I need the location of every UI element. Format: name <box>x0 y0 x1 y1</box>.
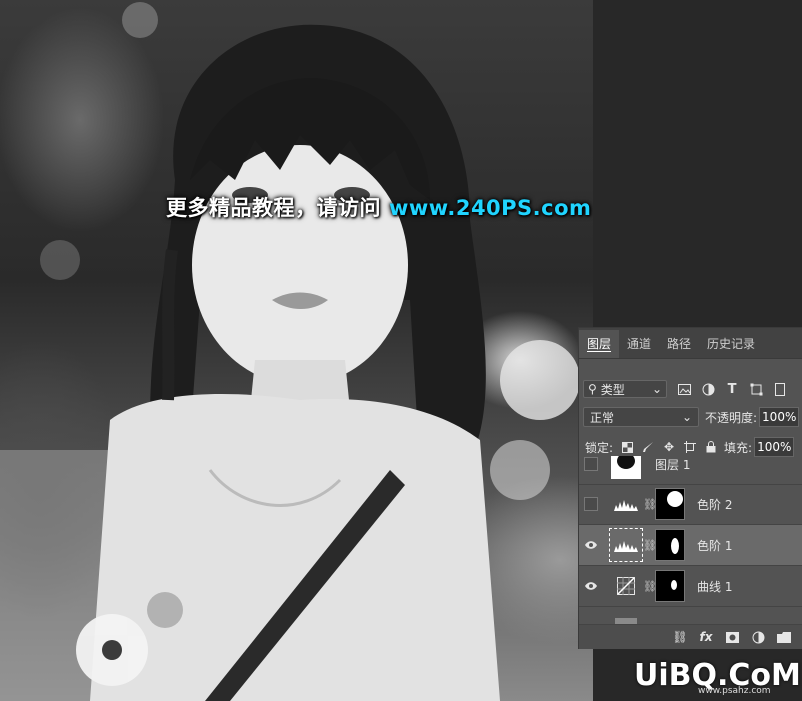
layers-panel: 图层 通道 路径 历史记录 ⚲ 类型 ⌄ T 正常 ⌄ 不透明度: 100% 锁… <box>578 327 802 649</box>
filter-type-label: 类型 <box>600 382 625 397</box>
levels-adjustment-icon <box>609 528 643 562</box>
opacity-input[interactable]: 100% <box>759 407 800 427</box>
opacity-label: 不透明度: <box>705 410 758 425</box>
levels-adjustment-icon <box>609 487 643 521</box>
watermark-url: www.240PS.com <box>389 196 592 220</box>
tab-layers[interactable]: 图层 <box>579 330 620 358</box>
visibility-toggle[interactable] <box>579 566 603 606</box>
filter-row: ⚲ 类型 ⌄ T <box>583 378 802 400</box>
grayscale-portrait-photo <box>0 2 580 701</box>
lock-transparent-icon[interactable] <box>620 440 634 454</box>
fx-icon[interactable]: fx <box>699 630 713 644</box>
link-icon[interactable]: ⛓ <box>643 580 657 593</box>
adjustment-filter-icon[interactable] <box>701 382 715 396</box>
tab-channels[interactable]: 通道 <box>619 330 659 358</box>
link-icon[interactable]: ⛓ <box>643 539 657 552</box>
lock-brush-icon[interactable] <box>641 440 655 454</box>
layer-thumbnail <box>609 456 643 481</box>
curves-adjustment-icon <box>609 569 643 603</box>
link-icon[interactable]: ⛓ <box>643 498 657 511</box>
blend-mode-dropdown[interactable]: 正常 ⌄ <box>583 407 699 427</box>
site-logo-subtext: www.psahz.com <box>698 686 771 696</box>
tab-history[interactable]: 历史记录 <box>699 330 763 358</box>
lock-all-icon[interactable] <box>704 440 718 454</box>
adjustment-layer-icon[interactable] <box>751 630 765 644</box>
layer-row-selected[interactable]: ⛓ 色阶 1 <box>579 525 802 566</box>
layer-row[interactable]: 图层 1 <box>579 456 802 485</box>
layer-name[interactable]: 色阶 1 <box>697 537 732 554</box>
chevron-down-icon: ⌄ <box>681 410 692 424</box>
eye-icon <box>585 541 597 549</box>
visibility-toggle[interactable] <box>579 525 603 565</box>
type-filter-icon[interactable]: T <box>725 382 739 397</box>
chevron-down-icon: ⌄ <box>651 382 662 396</box>
watermark-label: 更多精品教程，请访问 <box>166 196 381 220</box>
lock-move-icon[interactable]: ✥ <box>662 440 676 454</box>
add-mask-icon[interactable] <box>725 630 739 644</box>
layer-name[interactable]: 图层 1 <box>655 456 690 473</box>
lock-label: 锁定: <box>585 440 614 455</box>
layer-mask-thumbnail[interactable] <box>655 529 685 561</box>
lock-row: 锁定: ✥ 填充: 100% <box>583 436 802 458</box>
shape-filter-icon[interactable] <box>749 382 763 396</box>
blend-mode-value: 正常 <box>590 410 615 425</box>
filter-type-dropdown[interactable]: ⚲ 类型 ⌄ <box>583 380 667 398</box>
image-filter-icon[interactable] <box>677 382 691 396</box>
search-icon: ⚲ <box>588 382 597 396</box>
layer-name[interactable]: 色阶 2 <box>697 496 732 513</box>
layer-name[interactable]: 曲线 1 <box>697 578 732 595</box>
photo-canvas[interactable]: 更多精品教程，请访问 www.240PS.com <box>0 0 593 701</box>
tab-paths[interactable]: 路径 <box>659 330 699 358</box>
watermark-text: 更多精品教程，请访问 www.240PS.com <box>166 192 591 222</box>
layer-row[interactable]: ⛓ 曲线 1 <box>579 566 802 607</box>
layers-list: 图层 1 ⛓ 色阶 2 ⛓ 色阶 1 ⛓ 曲线 1 <box>579 456 802 626</box>
layer-mask-thumbnail[interactable] <box>655 570 685 602</box>
lock-artboard-icon[interactable] <box>683 440 697 454</box>
panel-tabs: 图层 通道 路径 历史记录 <box>579 328 802 359</box>
layer-row[interactable]: ⛓ 色阶 2 <box>579 484 802 525</box>
visibility-toggle[interactable] <box>579 484 603 524</box>
hidden-eye-icon <box>584 497 598 511</box>
new-group-icon[interactable] <box>777 630 791 644</box>
hidden-eye-icon <box>584 457 598 471</box>
eye-icon <box>585 582 597 590</box>
layer-mask-thumbnail[interactable] <box>655 488 685 520</box>
link-layers-icon[interactable]: ⛓ <box>672 630 687 644</box>
visibility-toggle[interactable] <box>579 456 603 484</box>
blend-row: 正常 ⌄ 不透明度: 100% <box>583 406 802 428</box>
fill-label: 填充: <box>724 440 753 455</box>
smart-object-filter-icon[interactable] <box>773 382 787 396</box>
fill-input[interactable]: 100% <box>754 437 795 457</box>
layers-bottom-bar: ⛓ fx <box>579 624 802 649</box>
